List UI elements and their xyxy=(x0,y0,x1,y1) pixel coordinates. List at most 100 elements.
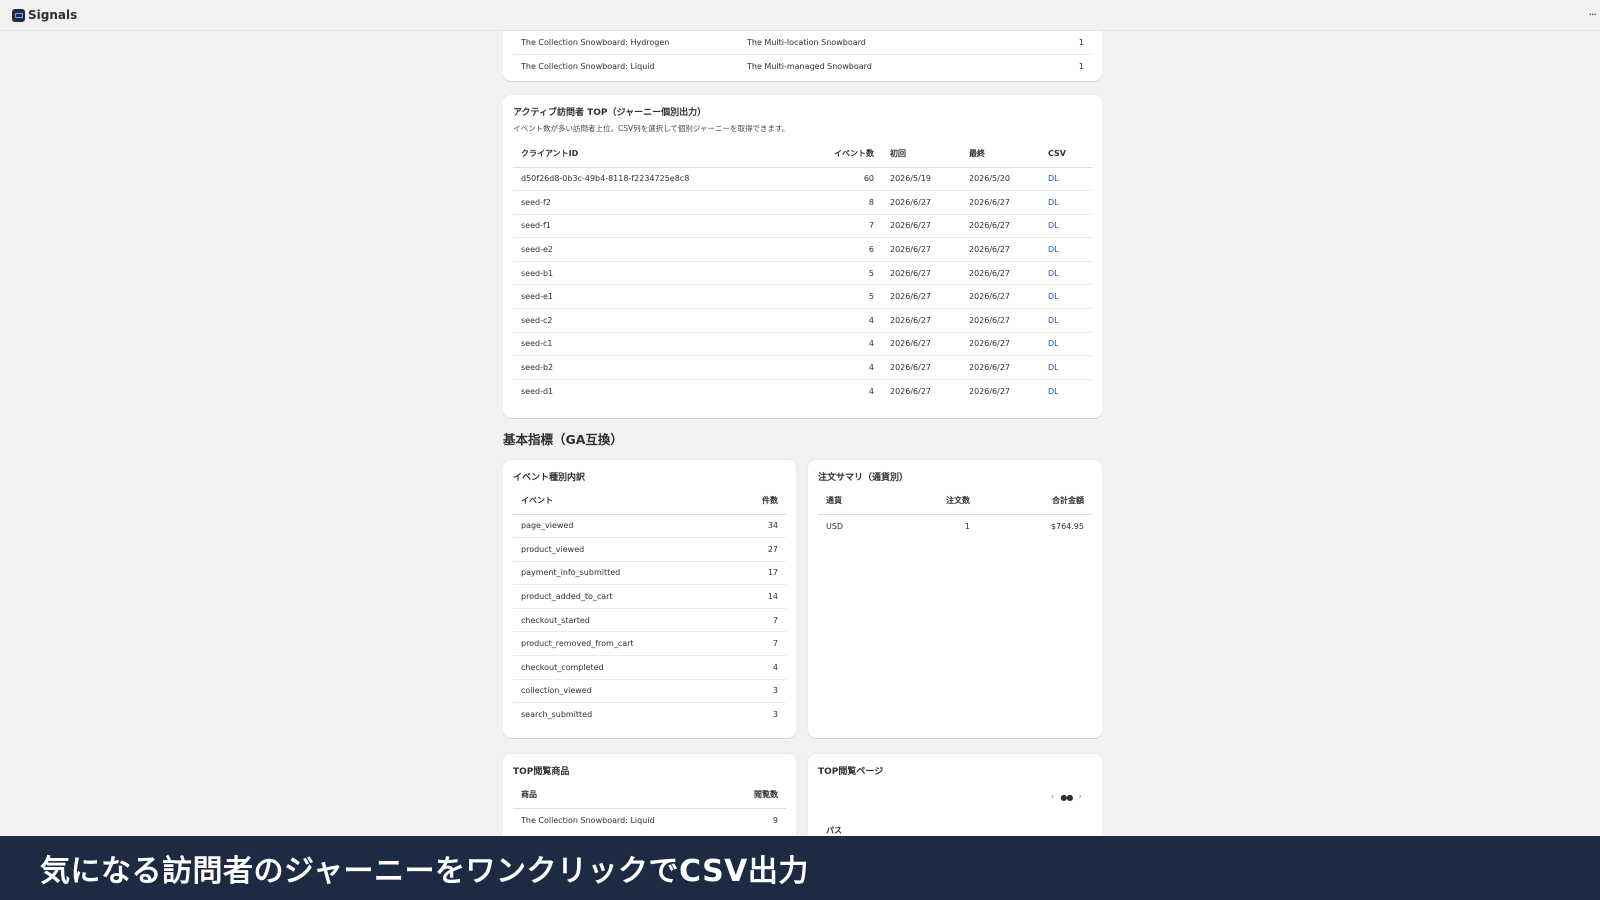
table-row: The Collection Snowboard: Liquid The Mult… xyxy=(513,55,1092,79)
event-breakdown-card: イベント種別内訳 イベント 件数 page_viewed 34 product_vie… xyxy=(503,460,796,738)
csv-download-link[interactable]: DL xyxy=(1040,237,1092,262)
table-row: search_submitted 3 xyxy=(513,703,786,727)
table-cell: USD xyxy=(826,521,844,531)
table-cell: 2026/6/27 xyxy=(961,237,1040,262)
table-row: The Collection Snowboard: Hydrogen The Mu… xyxy=(513,31,1092,56)
table-cell: seed-c2 xyxy=(513,308,819,333)
table-cell: checkout_started xyxy=(513,608,713,633)
csv-download-link[interactable]: DL xyxy=(1040,261,1092,286)
table-cell: 4 xyxy=(819,355,882,380)
table-cell: seed-c1 xyxy=(513,332,819,357)
table-cell: The Collection Snowboard: Hydrogen xyxy=(513,31,739,56)
table-cell: 7 xyxy=(713,631,786,657)
table-cell: 2026/6/27 xyxy=(882,284,961,310)
table-cell: 2026/6/27 xyxy=(969,386,1011,396)
table-cell: 14 xyxy=(713,584,786,609)
table-cell: product_removed_from_cart xyxy=(513,631,713,657)
table-cell: seed-b2 xyxy=(513,355,819,380)
table-cell: 27 xyxy=(713,537,786,562)
top-products-table: The Collection Snowboard: Hydrogen The Mu… xyxy=(513,31,1092,78)
table-cell: collection_viewed xyxy=(513,679,713,704)
csv-download-link[interactable]: DL xyxy=(1040,355,1092,380)
event-breakdown-table: イベント 件数 page_viewed 34 product_viewed 27 paym… xyxy=(513,488,786,726)
column-header: イベント数 xyxy=(819,141,882,168)
caption-banner: 気になる訪問者のジャーニーをワンクリックでCSV出力 xyxy=(0,836,1600,900)
column-header: 件数 xyxy=(713,488,786,515)
table-cell: 7 xyxy=(713,608,786,633)
table-cell: 4 xyxy=(713,655,786,680)
table-cell: 8 xyxy=(819,190,882,215)
column-header: 注文数 xyxy=(908,488,978,515)
column-header: 商品 xyxy=(513,782,713,809)
more-actions-icon[interactable]: ··· xyxy=(1589,8,1597,21)
table-cell: 2026/6/27 xyxy=(890,386,932,396)
table-row: The Collection Snowboard: Liquid 9 xyxy=(513,808,786,832)
table-cell: page_viewed xyxy=(513,514,713,539)
table-cell: checkout_completed xyxy=(513,655,713,680)
csv-download-link[interactable]: DL xyxy=(1040,379,1092,403)
table-cell: 3 xyxy=(772,710,778,720)
table-row: checkout_completed 4 xyxy=(513,655,786,680)
column-header: 通貨 xyxy=(818,488,908,515)
table-cell: 1 xyxy=(964,521,970,531)
csv-download-link[interactable]: DL xyxy=(1040,284,1092,310)
table-cell: 60 xyxy=(819,167,882,192)
table-row: page_viewed 34 xyxy=(513,514,786,539)
table-cell: 7 xyxy=(819,214,882,239)
table-cell: 5 xyxy=(819,261,882,286)
column-header: パス xyxy=(818,818,1092,836)
table-cell: search_submitted xyxy=(521,710,593,720)
table-row: seed-f2 8 2026/6/27 2026/6/27 DL xyxy=(513,190,1092,215)
top-viewed-products-title: TOP閲覧商品 xyxy=(513,767,570,777)
table-cell: 3 xyxy=(713,679,786,704)
pager-prev-icon[interactable]: ‹ xyxy=(1051,792,1055,802)
table-cell: 1 xyxy=(1078,62,1084,72)
table-cell: seed-f1 xyxy=(513,214,819,239)
column-header: 合計金額 xyxy=(978,488,1092,515)
csv-download-link[interactable]: DL xyxy=(1040,308,1092,333)
csv-download-link[interactable]: DL xyxy=(1040,214,1092,239)
table-cell: 2026/6/27 xyxy=(961,284,1040,310)
table-row: seed-b2 4 2026/6/27 2026/6/27 DL xyxy=(513,355,1092,380)
top-viewed-pages-title: TOP閲覧ページ xyxy=(818,767,884,777)
table-row: seed-e1 5 2026/6/27 2026/6/27 DL xyxy=(513,284,1092,310)
csv-download-link[interactable]: DL xyxy=(1040,332,1092,357)
table-cell: 2026/6/27 xyxy=(961,261,1040,286)
table-cell: 2026/6/27 xyxy=(961,332,1040,357)
app-logo-icon xyxy=(12,8,25,22)
table-row: seed-c1 4 2026/6/27 2026/6/27 DL xyxy=(513,332,1092,357)
table-cell: 2026/6/27 xyxy=(882,237,961,262)
pager-dots-icon: ●● xyxy=(1060,792,1073,802)
table-cell: 9 xyxy=(772,815,778,825)
pager-next-icon[interactable]: › xyxy=(1078,792,1082,802)
table-cell: 4 xyxy=(819,308,882,333)
table-cell: 5 xyxy=(819,284,882,310)
table-cell: The Collection Snowboard: Liquid xyxy=(521,815,655,825)
caption-text: 気になる訪問者のジャーニーをワンクリックでCSV出力 xyxy=(40,854,809,889)
basic-metrics-heading: 基本指標（GA互換） xyxy=(503,432,623,447)
app-top-bar: Signals ··· xyxy=(0,0,1600,31)
csv-download-link[interactable]: DL xyxy=(1040,167,1092,192)
active-visitors-table: クライアントID イベント数 初回 最終 CSV d50f26d8-0b3c-49b4-… xyxy=(513,141,1092,403)
table-cell: The Multi-location Snowboard xyxy=(739,31,999,56)
app-title: Signals xyxy=(28,8,78,22)
table-row: seed-e2 6 2026/6/27 2026/6/27 DL xyxy=(513,237,1092,262)
table-row: seed-c2 4 2026/6/27 2026/6/27 DL xyxy=(513,308,1092,333)
table-cell: 2026/6/27 xyxy=(882,190,961,215)
csv-download-link[interactable]: DL xyxy=(1040,190,1092,215)
column-header: クライアントID xyxy=(513,141,819,168)
table-cell: payment_info_submitted xyxy=(513,561,713,586)
table-cell: seed-e1 xyxy=(513,284,819,310)
main-content[interactable]: The Collection Snowboard: Hydrogen The Mu… xyxy=(503,31,1102,836)
table-cell: 34 xyxy=(713,514,786,539)
active-visitors-subtitle: イベント数が多い訪問者上位。CSV列を選択して個別ジャーニーを取得できます。 xyxy=(513,124,790,133)
table-cell: The Collection Snowboard: Liquid xyxy=(521,62,655,72)
table-row: checkout_started 7 xyxy=(513,608,786,633)
table-row: seed-f1 7 2026/6/27 2026/6/27 DL xyxy=(513,214,1092,239)
table-row: payment_info_submitted 17 xyxy=(513,561,786,586)
table-cell: 2026/6/27 xyxy=(882,308,961,333)
pages-pagination: ‹ ●● › xyxy=(1051,792,1082,802)
table-row: product_viewed 27 xyxy=(513,537,786,562)
table-row: product_removed_from_cart 7 xyxy=(513,631,786,657)
table-cell: 2026/6/27 xyxy=(961,190,1040,215)
